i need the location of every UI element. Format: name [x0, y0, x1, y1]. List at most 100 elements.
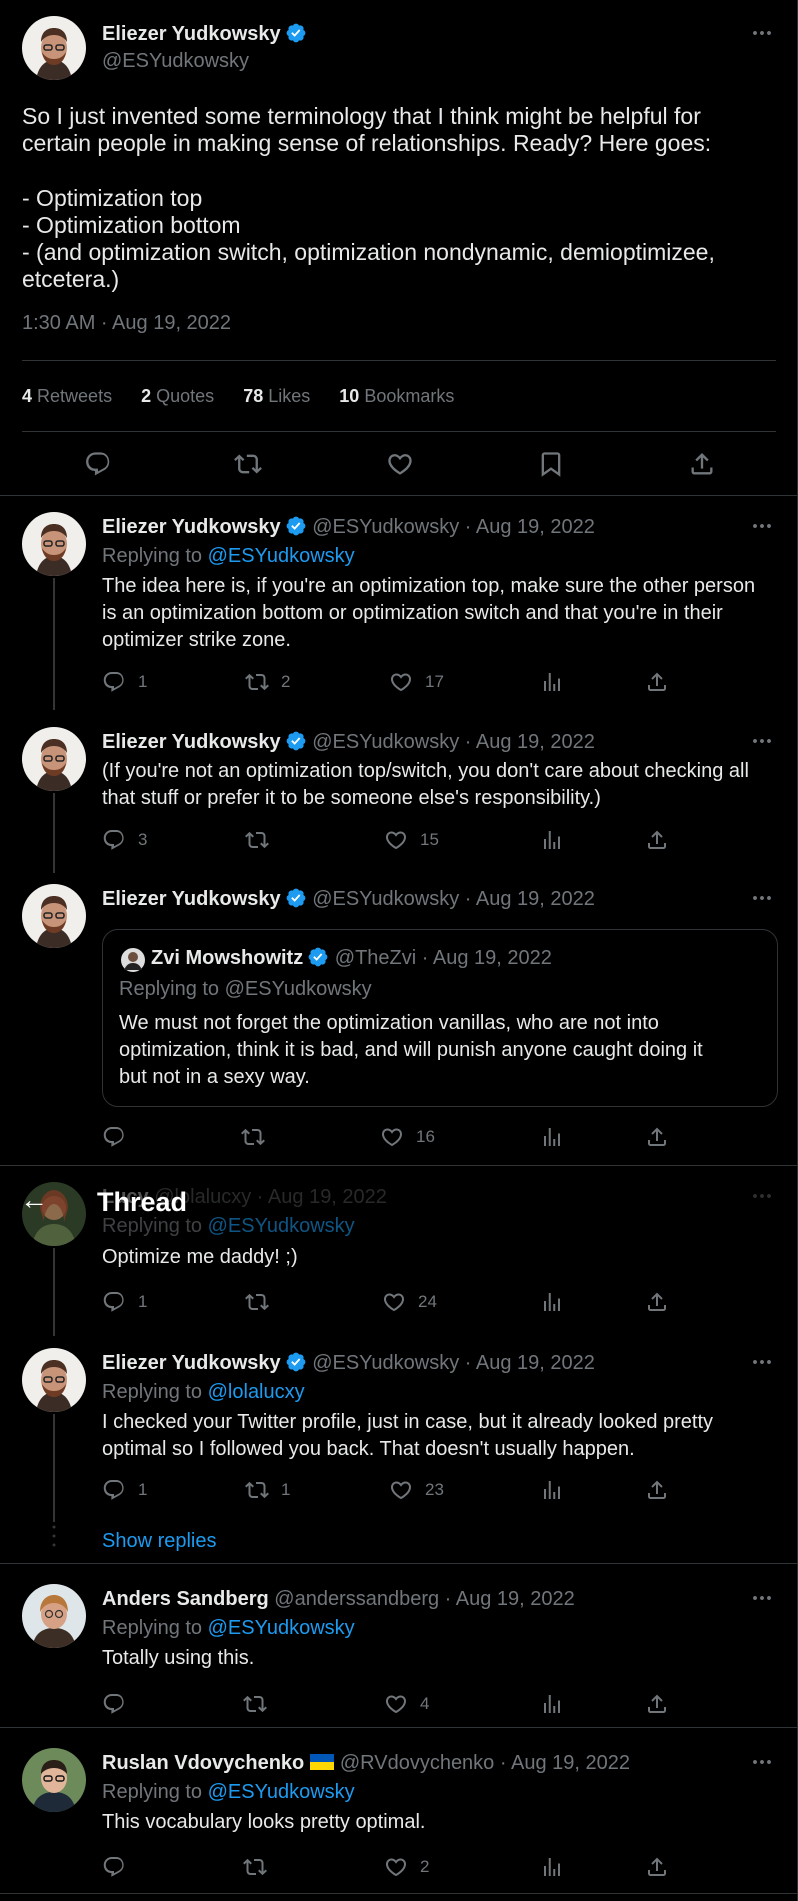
views-button[interactable]	[540, 1290, 564, 1314]
handle-date[interactable]: @ESYudkowsky · Aug 19, 2022	[312, 1352, 595, 1374]
views-button[interactable]	[540, 1478, 564, 1502]
more-options-icon[interactable]	[750, 21, 774, 45]
author-name[interactable]: Eliezer Yudkowsky	[102, 23, 281, 45]
views-button[interactable]	[540, 1692, 564, 1716]
handle-date[interactable]: @ESYudkowsky · Aug 19, 2022	[312, 888, 595, 910]
more-options-icon[interactable]	[750, 1350, 774, 1374]
author-name[interactable]: Eliezer Yudkowsky	[102, 731, 281, 753]
reply-button[interactable]: 3	[102, 828, 147, 852]
share-icon	[645, 1290, 669, 1314]
quoted-tweet-card[interactable]: Zvi Mowshowitz @TheZvi · Aug 19, 2022 Re…	[102, 929, 778, 1107]
share-button[interactable]	[645, 828, 669, 852]
reply-button[interactable]	[102, 1855, 138, 1879]
like-icon[interactable]	[386, 450, 414, 478]
like-button[interactable]: 23	[389, 1478, 444, 1502]
replying-to: Replying to @ESYudkowsky	[102, 545, 355, 567]
mention-link[interactable]: @ESYudkowsky	[208, 545, 355, 567]
author-handle[interactable]: @ESYudkowsky	[102, 50, 249, 73]
reply-button[interactable]: 1	[102, 670, 147, 694]
retweets-stat[interactable]: 4 Retweets	[22, 386, 112, 406]
likes-stat[interactable]: 78 Likes	[243, 386, 310, 406]
views-button[interactable]	[540, 1125, 564, 1149]
share-button[interactable]	[645, 1478, 669, 1502]
avatar[interactable]	[22, 1748, 86, 1812]
share-button[interactable]	[645, 1290, 669, 1314]
quotes-stat[interactable]: 2 Quotes	[141, 386, 214, 406]
thread-continuation-dots	[52, 1525, 56, 1547]
more-options-icon[interactable]	[750, 1586, 774, 1610]
share-button[interactable]	[645, 1855, 669, 1879]
retweet-button[interactable]: 2	[245, 670, 290, 694]
avatar[interactable]	[22, 1348, 86, 1412]
reply-icon[interactable]	[84, 450, 112, 478]
reply-icon	[102, 1290, 126, 1314]
more-options-icon[interactable]	[750, 514, 774, 538]
like-button[interactable]: 24	[382, 1290, 437, 1314]
more-options-icon[interactable]	[750, 729, 774, 753]
retweet-button[interactable]	[245, 828, 281, 852]
reply-text: (If you're not an optimization top/switc…	[102, 760, 749, 809]
reply-button[interactable]: 1	[102, 1478, 147, 1502]
avatar[interactable]	[22, 884, 86, 948]
more-options-icon[interactable]	[750, 1750, 774, 1774]
retweet-button[interactable]	[241, 1125, 277, 1149]
reply-button[interactable]: 1	[102, 1290, 147, 1314]
replying-to: Replying to @ESYudkowsky	[102, 1617, 355, 1639]
retweet-button[interactable]	[245, 1290, 281, 1314]
handle-date[interactable]: @anderssandberg · Aug 19, 2022	[274, 1588, 575, 1610]
avatar[interactable]	[22, 16, 86, 80]
share-icon[interactable]	[688, 450, 716, 478]
mention-link[interactable]: @ESYudkowsky	[208, 1781, 355, 1803]
views-button[interactable]	[540, 1855, 564, 1879]
share-icon	[645, 1125, 669, 1149]
back-arrow-icon[interactable]: ←	[20, 1184, 48, 1216]
reply-icon	[102, 1478, 126, 1502]
mention-link[interactable]: @lolalucxy	[208, 1381, 305, 1403]
engagement-stats: 4 Retweets 2 Quotes 78 Likes 10 Bookmark…	[22, 386, 454, 407]
avatar[interactable]	[22, 1584, 86, 1648]
handle-date[interactable]: @ESYudkowsky · Aug 19, 2022	[312, 731, 595, 753]
bookmark-icon[interactable]	[537, 450, 565, 478]
reply-button[interactable]	[102, 1125, 138, 1149]
thread-line	[53, 793, 55, 873]
views-button[interactable]	[540, 828, 564, 852]
views-icon	[540, 670, 564, 694]
share-icon	[645, 828, 669, 852]
retweet-button[interactable]	[243, 1692, 279, 1716]
author-name[interactable]: Anders Sandberg	[102, 1588, 269, 1610]
views-button[interactable]	[540, 670, 564, 694]
reply-text: I checked your Twitter profile, just in …	[102, 1411, 714, 1460]
verified-badge-icon	[285, 1351, 307, 1373]
share-button[interactable]	[645, 1692, 669, 1716]
handle-date[interactable]: @RVdovychenko · Aug 19, 2022	[340, 1752, 630, 1774]
author-name[interactable]: Ruslan Vdovychenko	[102, 1752, 304, 1774]
thread-line	[53, 578, 55, 710]
retweet-icon[interactable]	[234, 450, 262, 478]
retweet-button[interactable]	[243, 1855, 279, 1879]
like-button[interactable]: 2	[384, 1855, 429, 1879]
reply-icon	[102, 1855, 126, 1879]
author-name[interactable]: Eliezer Yudkowsky	[102, 888, 281, 910]
reply-text: Totally using this.	[102, 1647, 255, 1669]
like-button[interactable]: 15	[384, 828, 439, 852]
more-options-icon[interactable]	[750, 886, 774, 910]
like-button[interactable]: 17	[389, 670, 444, 694]
tweet-timestamp[interactable]: 1:30 AM · Aug 19, 2022	[22, 312, 231, 335]
like-button[interactable]: 4	[384, 1692, 429, 1716]
author-name[interactable]: Eliezer Yudkowsky	[102, 1352, 281, 1374]
like-button[interactable]: 16	[380, 1125, 435, 1149]
reply-button[interactable]	[102, 1692, 138, 1716]
avatar[interactable]	[22, 512, 86, 576]
share-button[interactable]	[645, 670, 669, 694]
bookmarks-stat[interactable]: 10 Bookmarks	[339, 386, 454, 406]
retweet-button[interactable]: 1	[245, 1478, 290, 1502]
show-replies-link[interactable]: Show replies	[102, 1528, 217, 1555]
author-name[interactable]: Eliezer Yudkowsky	[102, 516, 281, 538]
replying-to: Replying to @ESYudkowsky	[102, 1781, 355, 1803]
mention-link[interactable]: @ESYudkowsky	[208, 1617, 355, 1639]
share-button[interactable]	[645, 1125, 669, 1149]
divider	[0, 1165, 797, 1166]
avatar[interactable]	[22, 727, 86, 791]
handle-date[interactable]: @ESYudkowsky · Aug 19, 2022	[312, 516, 595, 538]
divider	[0, 1893, 797, 1894]
